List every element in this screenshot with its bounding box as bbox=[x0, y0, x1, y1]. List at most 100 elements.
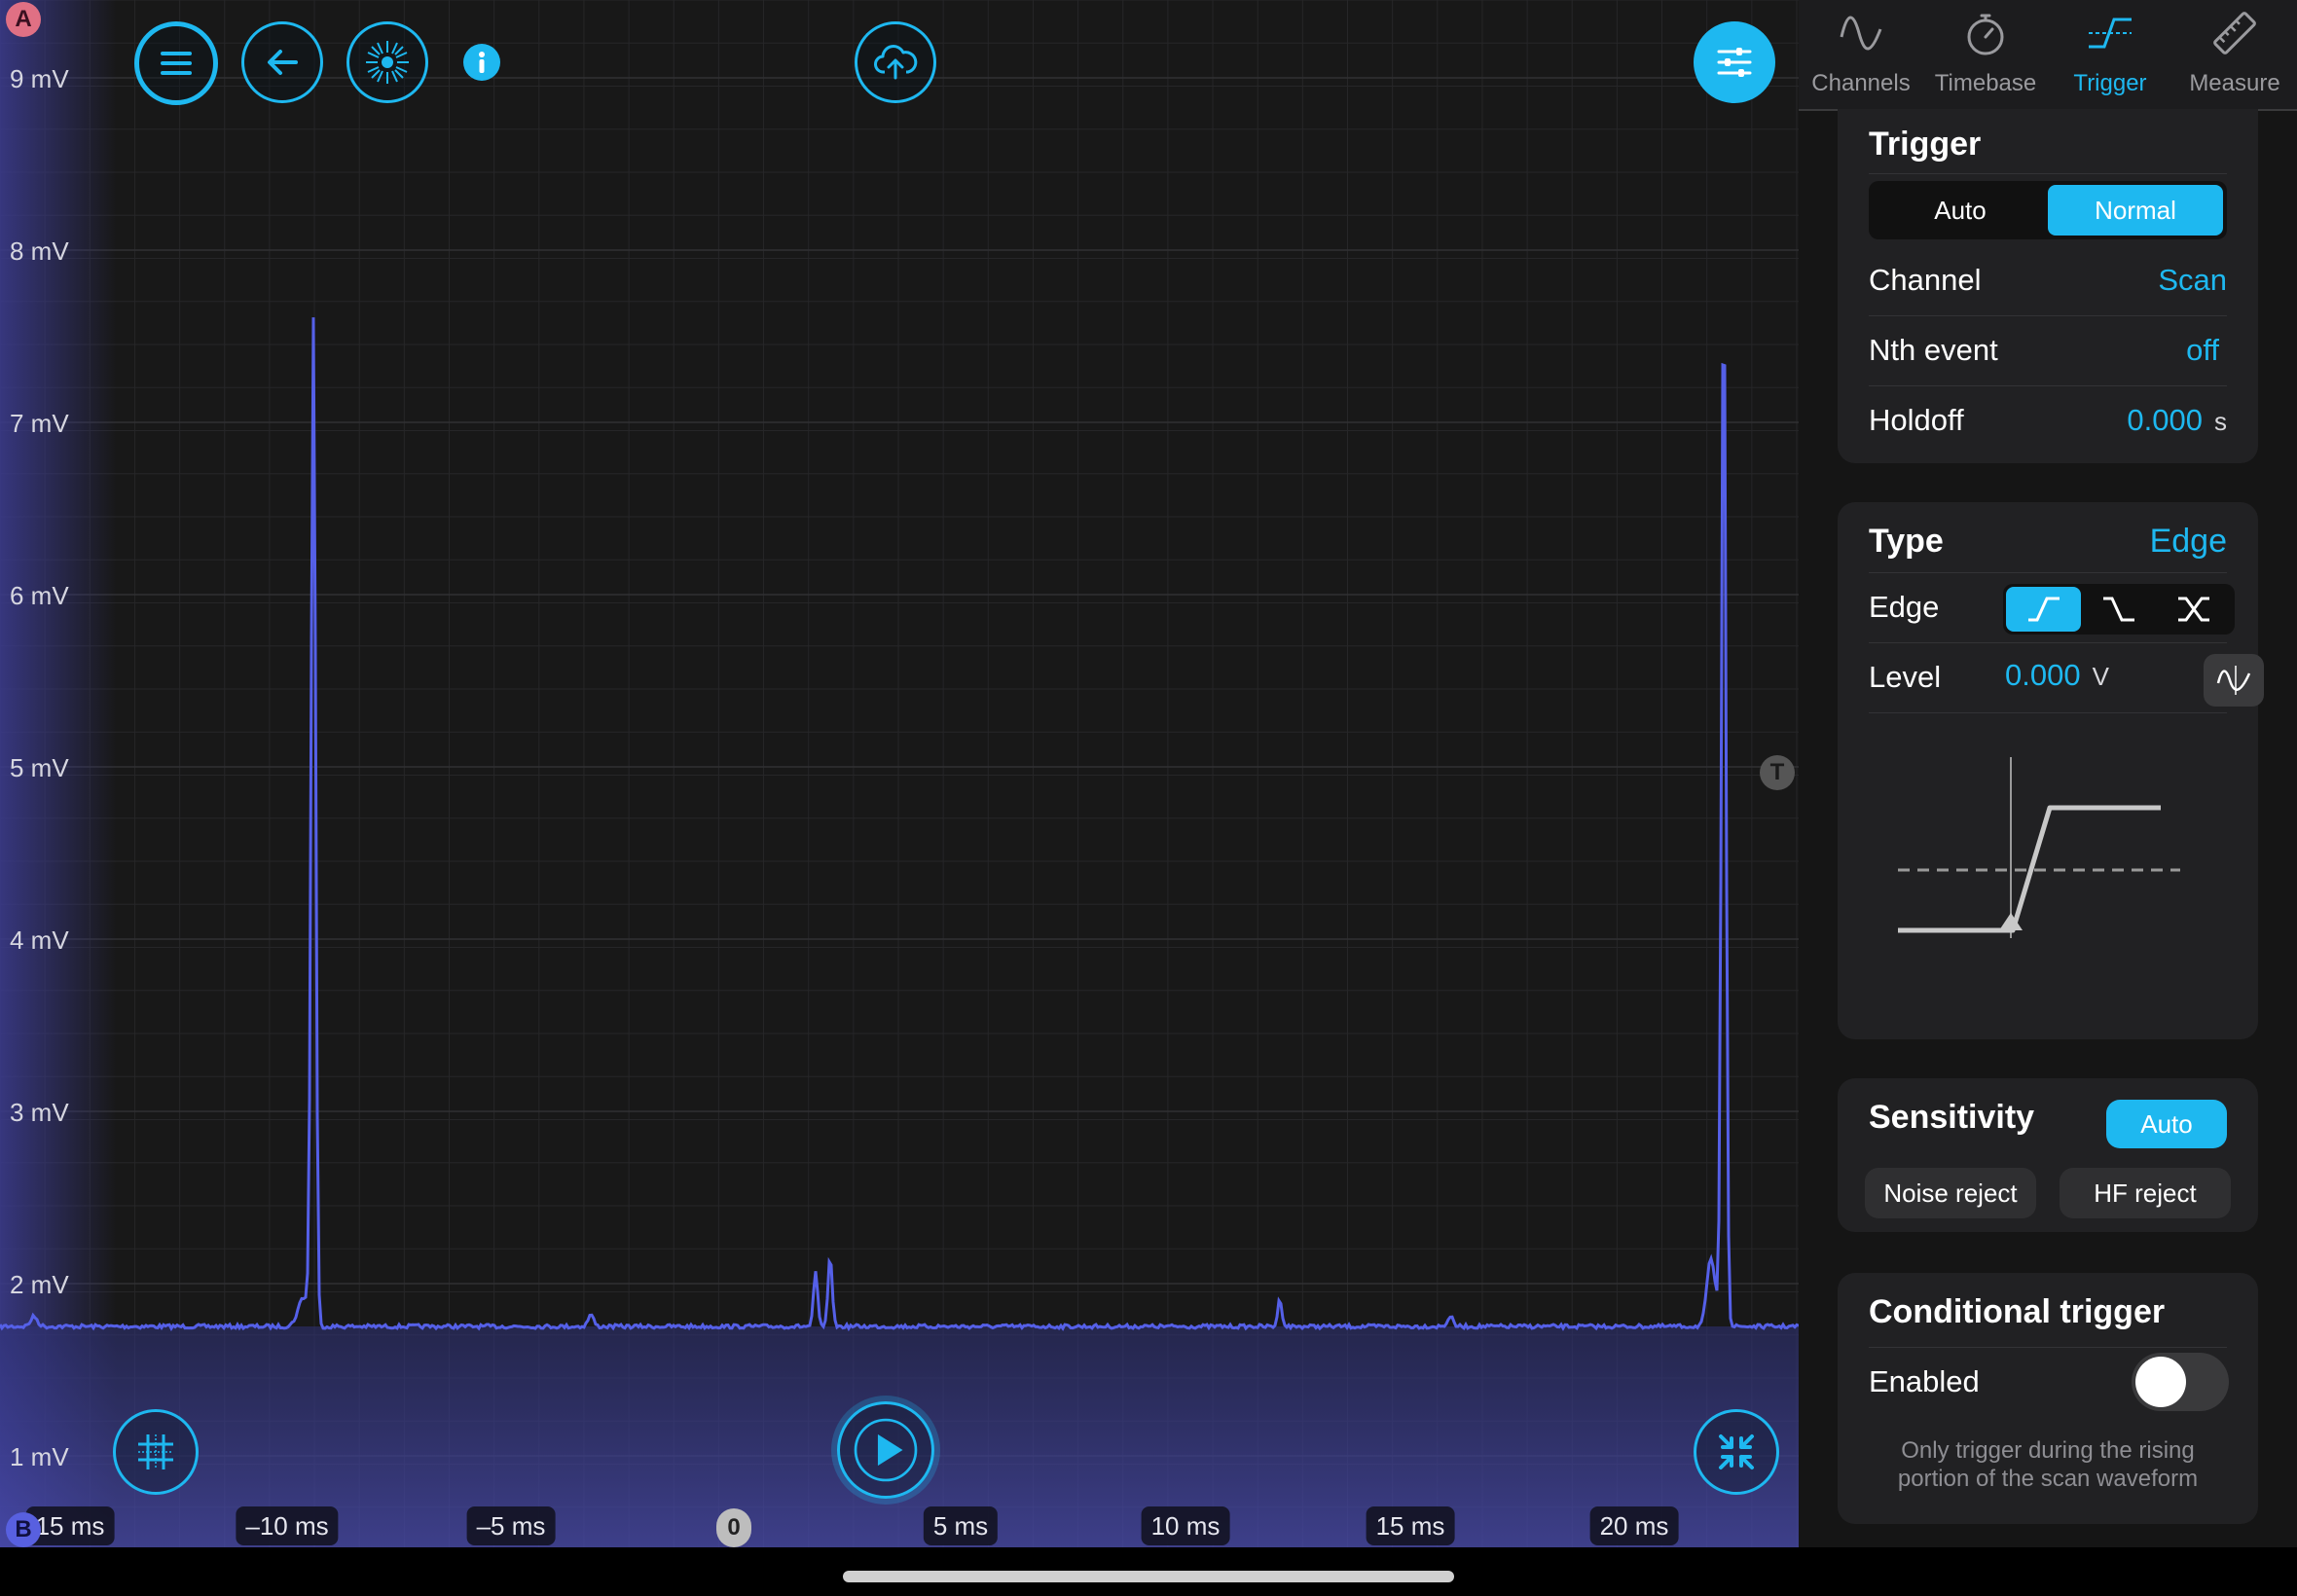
holdoff-label: Holdoff bbox=[1869, 403, 1964, 437]
level-scope-button[interactable] bbox=[2204, 654, 2264, 707]
y-tick-label: 7 mV bbox=[10, 409, 69, 438]
upload-button[interactable] bbox=[855, 21, 936, 103]
channel-b-marker-label: B bbox=[15, 1516, 32, 1542]
sine-wave-icon bbox=[1840, 16, 1882, 51]
time-zero-marker[interactable]: 0 bbox=[716, 1508, 751, 1547]
type-title: Type bbox=[1869, 522, 1944, 560]
x-tick-label: 15 ms bbox=[1366, 1506, 1455, 1545]
either-edge-icon bbox=[2178, 597, 2210, 622]
enabled-label: Enabled bbox=[1869, 1364, 1980, 1398]
trigger-marker-label: T bbox=[1769, 759, 1785, 785]
falling-edge-option[interactable] bbox=[2081, 587, 2156, 632]
tab-channels[interactable]: Channels bbox=[1799, 0, 1923, 109]
type-value[interactable]: Edge bbox=[2150, 523, 2227, 561]
tab-trigger[interactable]: Trigger bbox=[2048, 0, 2172, 109]
sensitivity-auto-button[interactable]: Auto bbox=[2106, 1100, 2227, 1148]
tab-label: Measure bbox=[2189, 70, 2280, 96]
y-tick-label: 5 mV bbox=[10, 753, 69, 782]
conditional-header: Conditional trigger bbox=[1869, 1277, 2227, 1348]
trigger-mode-auto[interactable]: Auto bbox=[1873, 185, 2048, 236]
edge-direction-segmented[interactable] bbox=[2003, 584, 2235, 635]
channel-label: Channel bbox=[1869, 263, 1982, 297]
channel-value[interactable]: Scan bbox=[2158, 263, 2227, 298]
sliders-icon bbox=[1717, 48, 1752, 77]
sensitivity-card: Sensitivity Auto Noise reject HF reject bbox=[1838, 1078, 2258, 1232]
tab-measure[interactable]: Measure bbox=[2172, 0, 2297, 109]
level-label: Level bbox=[1869, 660, 1942, 694]
y-tick-label: 8 mV bbox=[10, 236, 69, 266]
conditional-title: Conditional trigger bbox=[1869, 1292, 2166, 1330]
channel-a-marker[interactable]: A bbox=[6, 2, 41, 37]
info-button[interactable] bbox=[463, 44, 500, 81]
nth-event-value[interactable]: off bbox=[2186, 333, 2219, 368]
holdoff-unit: s bbox=[2214, 407, 2227, 436]
arrow-left-icon bbox=[268, 50, 298, 75]
trigger-mode-segmented[interactable]: Auto Normal bbox=[1869, 181, 2227, 239]
run-stop-button[interactable] bbox=[837, 1401, 934, 1499]
holdoff-value[interactable]: 0.000 bbox=[2127, 403, 2203, 437]
trigger-type-card: Type Edge Edge Level 0.000 V bbox=[1838, 502, 2264, 1039]
conditional-enabled-toggle[interactable] bbox=[2132, 1353, 2229, 1411]
x-tick-label: 10 ms bbox=[1141, 1506, 1230, 1545]
play-icon bbox=[854, 1418, 918, 1482]
tab-label: Timebase bbox=[1934, 70, 2037, 96]
arrows-collapse-icon bbox=[1719, 1434, 1754, 1469]
time-zero-marker-label: 0 bbox=[727, 1514, 741, 1541]
falling-edge-icon bbox=[2102, 597, 2134, 622]
tab-bar: Channels Timebase Trigger Measure bbox=[1799, 0, 2297, 111]
x-tick-label: 20 ms bbox=[1589, 1506, 1679, 1545]
trigger-title: Trigger bbox=[1869, 125, 1982, 163]
waveform-level-icon bbox=[2216, 666, 2251, 695]
display-mode-button[interactable] bbox=[346, 21, 428, 103]
level-value-group[interactable]: 0.000 V bbox=[2005, 658, 2109, 693]
conditional-note: Only trigger during the rising portion o… bbox=[1897, 1437, 2199, 1492]
grid-crosshair-icon bbox=[138, 1434, 173, 1469]
channel-row[interactable]: Channel Scan bbox=[1869, 245, 2227, 316]
trigger-level-marker[interactable]: T bbox=[1760, 755, 1795, 790]
y-tick-label: 3 mV bbox=[10, 1098, 69, 1127]
home-indicator bbox=[843, 1571, 1454, 1582]
settings-toggle-button[interactable] bbox=[1694, 21, 1775, 103]
rising-edge-option[interactable] bbox=[2006, 587, 2082, 632]
info-icon bbox=[479, 52, 485, 73]
y-tick-label: 6 mV bbox=[10, 581, 69, 610]
noise-reject-button[interactable]: Noise reject bbox=[1865, 1168, 2036, 1218]
edge-label: Edge bbox=[1869, 590, 1940, 624]
level-unit: V bbox=[2092, 662, 2109, 691]
trigger-card: Trigger Auto Normal Channel Scan Nth eve… bbox=[1838, 109, 2258, 463]
conditional-trigger-card: Conditional trigger Enabled Only trigger… bbox=[1838, 1273, 2258, 1524]
scope-display[interactable]: 9 mV 8 mV 7 mV 6 mV 5 mV 4 mV 3 mV 2 mV … bbox=[0, 0, 1799, 1547]
y-tick-label: 1 mV bbox=[10, 1442, 69, 1471]
channel-a-marker-label: A bbox=[15, 6, 32, 32]
back-button[interactable] bbox=[241, 21, 323, 103]
sensitivity-title: Sensitivity bbox=[1869, 1098, 2035, 1136]
menu-button[interactable] bbox=[134, 21, 218, 105]
auto-scale-button[interactable] bbox=[1694, 1409, 1779, 1495]
level-value[interactable]: 0.000 bbox=[2005, 658, 2081, 692]
x-tick-label: –5 ms bbox=[466, 1506, 556, 1545]
holdoff-row[interactable]: Holdoff 0.000 s bbox=[1869, 385, 2227, 455]
cloud-upload-icon bbox=[874, 45, 918, 80]
tab-label: Channels bbox=[1811, 70, 1911, 96]
grid-lines bbox=[0, 0, 1799, 1547]
sunburst-icon bbox=[366, 41, 409, 84]
x-tick-label: –10 ms bbox=[236, 1506, 339, 1545]
settings-panel: Channels Timebase Trigger Measure Trigge… bbox=[1799, 0, 2297, 1547]
type-row[interactable]: Type Edge bbox=[1869, 510, 2227, 573]
y-tick-label: 9 mV bbox=[10, 64, 69, 93]
hf-reject-button[interactable]: HF reject bbox=[2060, 1168, 2231, 1218]
channel-b-marker[interactable]: B bbox=[6, 1512, 41, 1547]
hamburger-icon bbox=[161, 52, 192, 75]
nth-event-row[interactable]: Nth event off bbox=[1869, 315, 2227, 386]
either-edge-option[interactable] bbox=[2157, 587, 2232, 632]
stopwatch-icon bbox=[1967, 14, 2004, 55]
rising-edge-icon bbox=[2027, 597, 2060, 622]
trigger-edge-diagram bbox=[1898, 757, 2180, 938]
grid-cursor-button[interactable] bbox=[113, 1409, 199, 1495]
trigger-mode-normal[interactable]: Normal bbox=[2048, 185, 2223, 236]
nth-event-label: Nth event bbox=[1869, 333, 1998, 367]
tab-timebase[interactable]: Timebase bbox=[1923, 0, 2048, 109]
waveform-canvas[interactable] bbox=[0, 0, 1799, 1547]
tab-label: Trigger bbox=[2073, 70, 2147, 96]
y-tick-label: 2 mV bbox=[10, 1270, 69, 1299]
